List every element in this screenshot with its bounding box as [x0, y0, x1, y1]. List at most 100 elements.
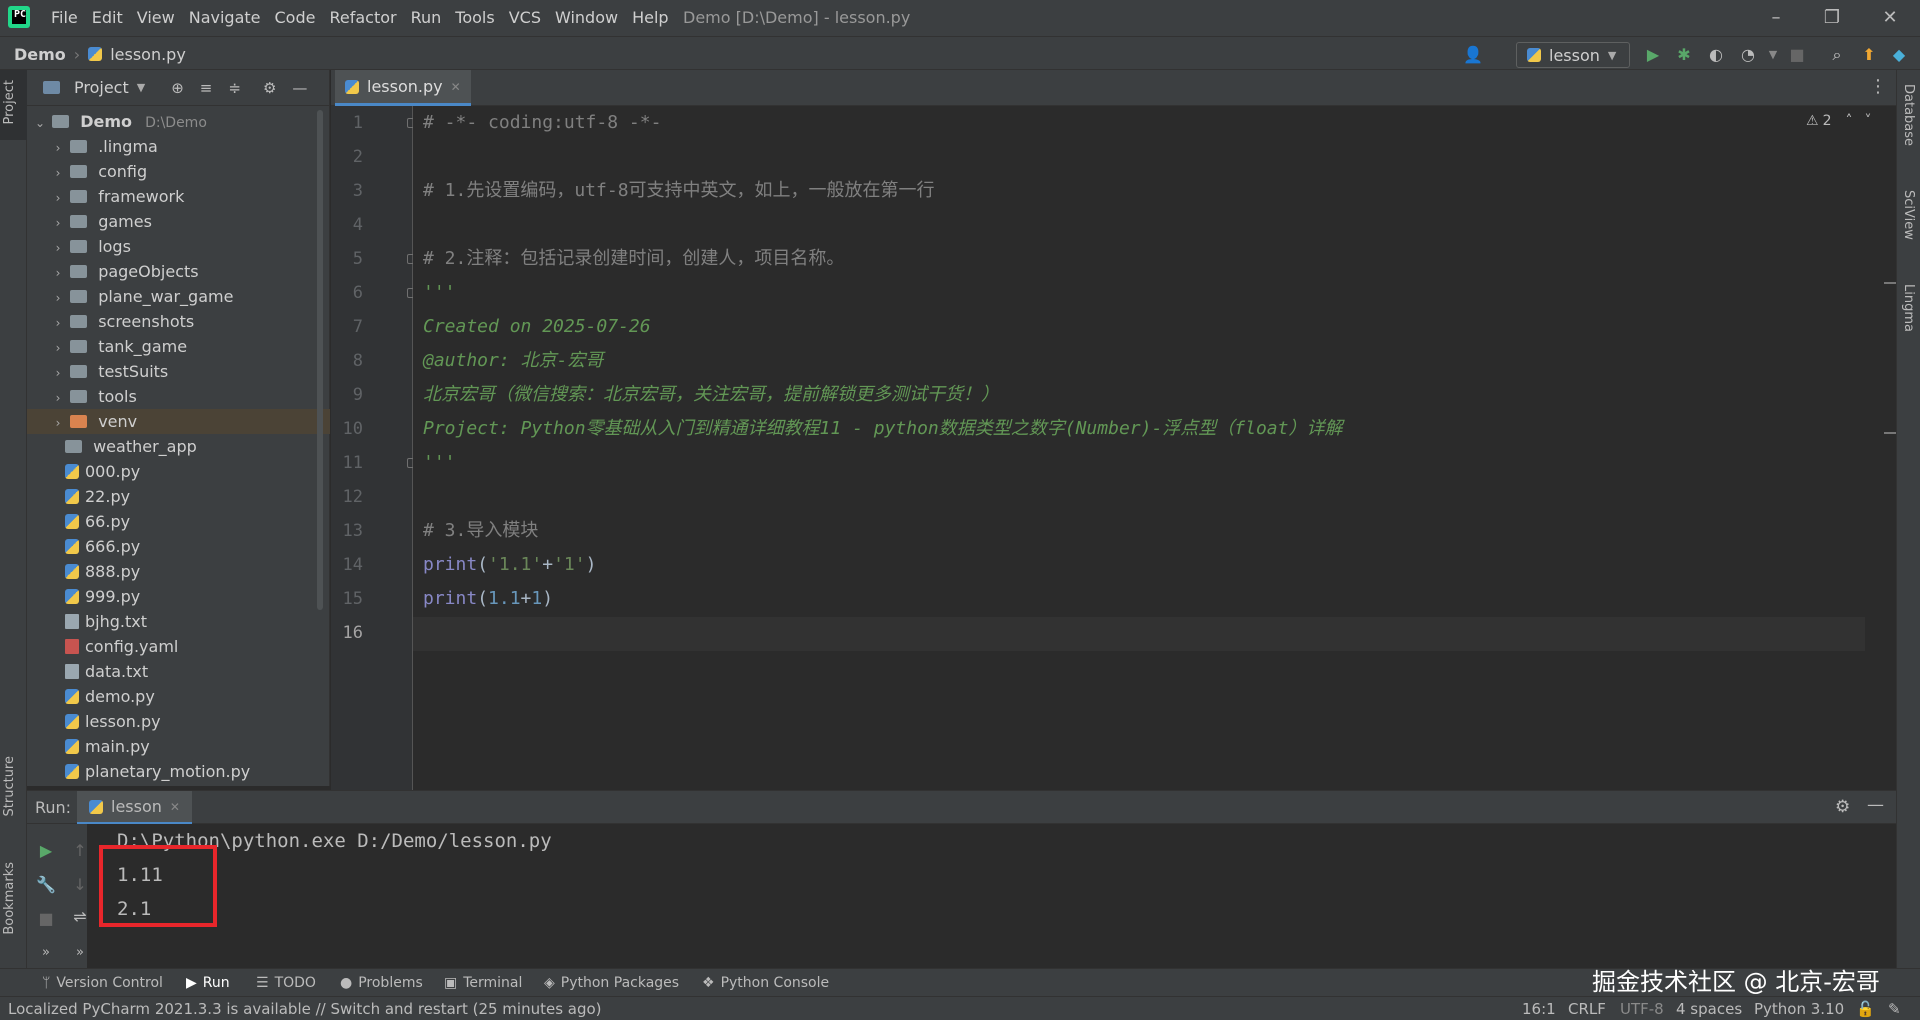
jetbrains-icon[interactable]: ◆ — [1888, 45, 1910, 65]
close-icon[interactable]: ✕ — [170, 800, 180, 814]
tab-bookmarks[interactable]: Bookmarks — [2, 862, 17, 935]
collapse-all-icon[interactable]: ≑ — [228, 79, 241, 97]
menu-view[interactable]: View — [130, 0, 182, 36]
locate-icon[interactable]: ⊕ — [171, 79, 184, 97]
tree-file-main[interactable]: main.py — [27, 734, 330, 759]
indent-setting[interactable]: 4 spaces — [1676, 997, 1742, 1020]
tree-folder-screenshots[interactable]: › screenshots — [27, 309, 330, 334]
tree-file-22[interactable]: 22.py — [27, 484, 330, 509]
tab-structure[interactable]: Structure — [2, 756, 17, 816]
tree-folder-weather-app[interactable]: weather_app — [27, 434, 330, 459]
tab-lingma[interactable]: Lingma — [1901, 284, 1916, 332]
close-icon[interactable]: ✕ — [451, 80, 461, 94]
tree-root[interactable]: ⌄ Demo D:\Demo — [27, 109, 330, 134]
more-icon[interactable]: » — [35, 942, 57, 964]
run-configuration-select[interactable]: lesson ▼ — [1516, 42, 1630, 68]
editor-scrollbar[interactable] — [1884, 106, 1896, 790]
tree-file-66[interactable]: 66.py — [27, 509, 330, 534]
breadcrumb-file[interactable]: lesson.py — [110, 45, 186, 64]
run-tab-lesson[interactable]: lesson ✕ — [77, 791, 192, 825]
tool-python-console[interactable]: ❖ Python Console — [702, 969, 829, 997]
tree-file-888[interactable]: 888.py — [27, 559, 330, 584]
profile-icon[interactable]: ◔ — [1737, 45, 1759, 65]
tree-folder-lingma[interactable]: › .lingma — [27, 134, 330, 159]
caret-position[interactable]: 16:1 — [1522, 997, 1556, 1020]
menu-help[interactable]: Help — [625, 0, 675, 36]
tab-sciview[interactable]: SciView — [1901, 190, 1916, 240]
tree-folder-config[interactable]: › config — [27, 159, 330, 184]
minimize-icon[interactable]: – — [1762, 6, 1790, 30]
menu-vcs[interactable]: VCS — [502, 0, 548, 36]
menu-code[interactable]: Code — [268, 0, 323, 36]
tree-file-999[interactable]: 999.py — [27, 584, 330, 609]
menu-window[interactable]: Window — [548, 0, 625, 36]
chevron-down-icon[interactable]: ▼ — [1762, 45, 1784, 65]
menu-file[interactable]: File — [44, 0, 85, 36]
tree-folder-games[interactable]: › games — [27, 209, 330, 234]
tree-file-bjhg[interactable]: bjhg.txt — [27, 609, 330, 634]
file-encoding[interactable]: UTF-8 — [1620, 997, 1664, 1020]
stop-icon[interactable]: ■ — [1786, 45, 1808, 65]
tool-version-control[interactable]: ᛘ Version Control — [42, 969, 163, 997]
project-panel-title[interactable]: Project — [74, 78, 129, 97]
project-scrollbar[interactable] — [317, 110, 323, 610]
run-console[interactable]: D:\Python\python.exe D:/Demo/lesson.py 1… — [87, 824, 1896, 968]
menu-navigate[interactable]: Navigate — [182, 0, 268, 36]
tree-file-config-yaml[interactable]: config.yaml — [27, 634, 330, 659]
tree-folder-plane-war-game[interactable]: › plane_war_game — [27, 284, 330, 309]
menu-refactor[interactable]: Refactor — [322, 0, 403, 36]
expand-all-icon[interactable]: ≡ — [200, 79, 213, 97]
tree-folder-logs[interactable]: › logs — [27, 234, 330, 259]
python-interpreter[interactable]: Python 3.10 — [1754, 997, 1844, 1020]
code-editor[interactable]: # -*- coding:utf-8 -*- # 1.先设置编码，utf-8可支… — [413, 106, 1865, 790]
tree-folder-framework[interactable]: › framework — [27, 184, 330, 209]
chevron-up-icon[interactable]: ˄ — [1845, 113, 1852, 129]
tree-folder-testsuits[interactable]: › testSuits — [27, 359, 330, 384]
hide-icon[interactable]: — — [292, 79, 307, 97]
account-icon[interactable]: 👤 — [1462, 45, 1484, 65]
breadcrumb-project[interactable]: Demo — [14, 45, 66, 64]
menu-run[interactable]: Run — [404, 0, 449, 36]
tree-folder-venv[interactable]: › venv — [27, 409, 330, 434]
menu-edit[interactable]: Edit — [85, 0, 130, 36]
search-icon[interactable]: ⌕ — [1826, 45, 1848, 65]
tree-file-000[interactable]: 000.py — [27, 459, 330, 484]
lock-icon[interactable]: 🔓 — [1856, 997, 1875, 1020]
menu-tools[interactable]: Tools — [448, 0, 501, 36]
hide-icon[interactable]: — — [1867, 795, 1884, 815]
restore-icon[interactable]: ❐ — [1818, 6, 1846, 30]
gear-icon[interactable]: ⚙ — [1835, 797, 1850, 817]
chevron-down-icon[interactable]: ˅ — [1864, 113, 1871, 129]
tree-folder-pageobjects[interactable]: › pageObjects — [27, 259, 330, 284]
status-message[interactable]: Localized PyCharm 2021.3.3 is available … — [8, 997, 602, 1020]
wrench-icon[interactable]: 🔧 — [35, 874, 57, 896]
tree-file-lesson[interactable]: lesson.py — [27, 709, 330, 734]
tree-file-666[interactable]: 666.py — [27, 534, 330, 559]
chevron-down-icon[interactable]: ▼ — [137, 81, 145, 94]
tool-python-packages[interactable]: ◈ Python Packages — [544, 969, 679, 997]
tab-project[interactable]: Project — [2, 80, 17, 124]
tool-terminal[interactable]: ▣ Terminal — [444, 969, 522, 997]
inspection-widget[interactable]: ⚠ 2 ˄ ˅ — [1806, 113, 1871, 129]
more-options-icon[interactable]: ⋮ — [1869, 76, 1887, 97]
tree-file-planetary-motion[interactable]: planetary_motion.py — [27, 759, 330, 784]
tab-database[interactable]: Database — [1901, 84, 1916, 146]
debug-icon[interactable]: ✱ — [1673, 45, 1695, 65]
tree-file-data-txt[interactable]: data.txt — [27, 659, 330, 684]
line-separator[interactable]: CRLF — [1568, 997, 1606, 1020]
gear-icon[interactable]: ⚙ — [263, 79, 276, 97]
tree-file-demo[interactable]: demo.py — [27, 684, 330, 709]
run-icon[interactable]: ▶ — [1642, 45, 1664, 65]
stop-icon[interactable]: ■ — [35, 908, 57, 930]
coverage-icon[interactable]: ◐ — [1705, 45, 1727, 65]
tool-run[interactable]: ▶ Run — [186, 969, 230, 997]
tree-folder-tools[interactable]: › tools — [27, 384, 330, 409]
tree-folder-tank-game[interactable]: › tank_game — [27, 334, 330, 359]
update-icon[interactable]: ⬆ — [1858, 45, 1880, 65]
tool-todo[interactable]: ☰ TODO — [256, 969, 316, 997]
close-icon[interactable]: ✕ — [1876, 6, 1904, 30]
tab-lesson-py[interactable]: lesson.py ✕ — [335, 70, 471, 106]
tool-problems[interactable]: ● Problems — [340, 969, 423, 997]
notification-icon[interactable]: ✎ — [1888, 997, 1901, 1020]
rerun-icon[interactable]: ▶ — [35, 840, 57, 862]
